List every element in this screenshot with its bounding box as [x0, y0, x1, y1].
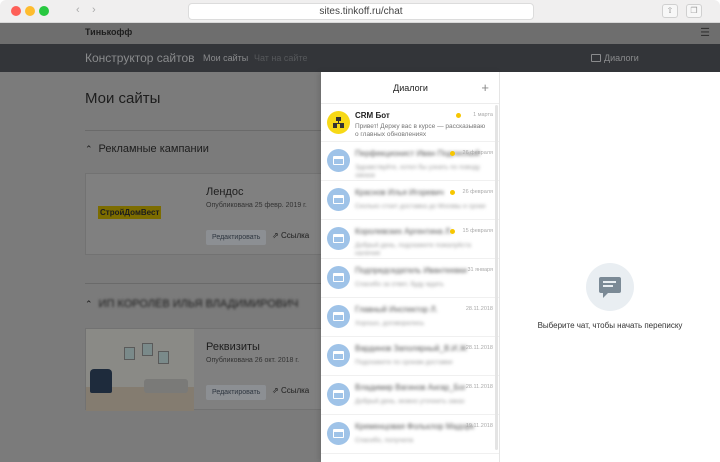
site-logo: СтройДомВест: [98, 206, 162, 219]
section-title: ИП КОРОЛЁВ ИЛЬЯ ВЛАДИМИРОВИЧ: [98, 298, 299, 310]
dialog-preview: Привет! Держу вас в курсе — рассказываю …: [355, 123, 486, 138]
dialog-preview: Спасибо за ответ, буду ждать: [355, 281, 444, 288]
chevron-up-icon: ⌃: [85, 144, 93, 154]
dialog-item[interactable]: Королевских Аргентина Л. 15 февраля Добрый…: [321, 220, 499, 259]
divider: [85, 130, 325, 131]
chevron-left-icon[interactable]: ‹: [76, 4, 80, 16]
dialog-item[interactable]: Вардинов Заполярный_В.И.Ж 28.11.2018 Подск…: [321, 337, 499, 376]
unread-indicator: [450, 151, 455, 156]
site-avatar-icon: [327, 266, 350, 289]
dialog-item[interactable]: Владимир Вагинов Ангар_Бог 28.11.2018 Добр…: [321, 376, 499, 415]
section-header[interactable]: ⌃ Рекламные кампании: [85, 143, 209, 155]
site-card[interactable]: Реквизиты Опубликована 26 окт. 2018 г. Р…: [85, 328, 325, 411]
app-title[interactable]: Конструктор сайтов: [85, 51, 195, 65]
link-button[interactable]: ⇗ Ссылка: [272, 386, 309, 395]
dialog-preview: Спасибо, получила: [355, 437, 414, 444]
site-name: Лендос: [206, 186, 244, 198]
section-title: Рекламные кампании: [98, 143, 209, 155]
dialog-date: 19.11.2018: [465, 423, 493, 429]
add-dialog-button[interactable]: +: [481, 80, 489, 95]
dialogs-panel: Диалоги + CRM Бот 1 марта Привет! Держу ва…: [321, 72, 500, 462]
nav-dialogs[interactable]: Диалоги: [604, 53, 639, 63]
dialog-name: Перфекционист Иван Подлесный: [355, 149, 480, 158]
close-window-button[interactable]: [11, 6, 21, 16]
dialog-preview: Хорошо, договорились: [355, 320, 425, 327]
site-avatar-icon: [327, 383, 350, 406]
unread-indicator: [450, 229, 455, 234]
site-avatar-icon: [327, 188, 350, 211]
site-avatar-icon: [327, 344, 350, 367]
maximize-window-button[interactable]: [39, 6, 49, 16]
scrollbar[interactable]: [495, 105, 498, 450]
site-date: Опубликована 25 февр. 2019 г.: [206, 202, 307, 209]
dialog-list: CRM Бот 1 марта Привет! Держу вас в курсе …: [321, 104, 499, 454]
dialogs-header: Диалоги +: [321, 72, 499, 104]
dialog-date: 26 февраля: [462, 150, 493, 156]
external-link-icon: ⇗: [272, 231, 281, 240]
dialog-name: Кременцовая Фольклор Мадорк: [355, 422, 474, 431]
dialog-date: 1 марта: [473, 112, 493, 118]
dialog-item[interactable]: Кременцовая Фольклор Мадорк 19.11.2018 Спа…: [321, 415, 499, 454]
site-avatar-icon: [327, 422, 350, 445]
site-topbar: Тинькофф ☰: [0, 23, 720, 44]
unread-indicator: [450, 190, 455, 195]
edit-button[interactable]: Редактировать: [206, 230, 267, 245]
chevron-right-icon[interactable]: ›: [92, 4, 96, 16]
edit-button[interactable]: Редактировать: [206, 385, 267, 400]
dialog-date: 28.11.2018: [465, 345, 493, 351]
brand-logo[interactable]: Тинькофф: [85, 27, 132, 37]
dialog-name: CRM Бот: [355, 111, 390, 120]
menu-icon[interactable]: ☰: [700, 26, 710, 39]
external-link-icon: ⇗: [272, 386, 281, 395]
dialog-date: 26 февраля: [462, 189, 493, 195]
page-title: Мои сайты: [85, 90, 161, 107]
divider: [85, 283, 325, 284]
dialog-item[interactable]: Главный Инспектор Л. 28.11.2018 Хорошо, до…: [321, 298, 499, 337]
minimize-window-button[interactable]: [25, 6, 35, 16]
dialog-date: 28.11.2018: [465, 384, 493, 390]
dialog-name: Подпредседатель Ивантеевки: [355, 266, 467, 275]
site-preview-image: [86, 329, 194, 411]
dialog-date: 31 января: [467, 267, 493, 273]
dialog-name: Королевских Аргентина Л.: [355, 227, 453, 236]
chat-bubble-icon: [586, 263, 634, 311]
dialog-date: 28.11.2018: [465, 306, 493, 312]
dialogs-title: Диалоги: [393, 83, 428, 93]
site-avatar-icon: [327, 149, 350, 172]
chat-area: Выберите чат, чтобы начать переписку: [500, 72, 720, 462]
nav-chat[interactable]: Чат на сайте: [254, 53, 307, 63]
bot-avatar-icon: [327, 111, 350, 134]
browser-toolbar: ‹ › sites.tinkoff.ru/chat ⇧ ❐: [0, 0, 720, 23]
dialog-preview: Здравствуйте, хотел бы узнать по поводу …: [355, 164, 481, 179]
dialog-name: Вардинов Заполярный_В.И.Ж: [355, 344, 467, 353]
dialogs-icon: [591, 54, 601, 62]
dialog-preview: Добрый день, подскажите пожалуйста налич…: [355, 242, 471, 257]
dialog-name: Главный Инспектор Л.: [355, 305, 438, 314]
dialog-preview: Добрый день, можно уточнить заказ: [355, 398, 465, 405]
site-nav: Конструктор сайтов Мои сайты Чат на сайт…: [0, 44, 720, 72]
dialog-item[interactable]: Подпредседатель Ивантеевки 31 января Спаси…: [321, 259, 499, 298]
site-date: Опубликована 26 окт. 2018 г.: [206, 357, 300, 364]
site-name: Реквизиты: [206, 341, 260, 353]
dialog-item[interactable]: CRM Бот 1 марта Привет! Держу вас в курсе …: [321, 104, 499, 142]
dialog-name: Краснов Илья Игоревич: [355, 188, 444, 197]
link-button[interactable]: ⇗ Ссылка: [272, 231, 309, 240]
nav-my-sites[interactable]: Мои сайты: [203, 53, 248, 63]
site-card[interactable]: СтройДомВест Лендос Опубликована 25 февр…: [85, 173, 325, 255]
chevron-up-icon: ⌃: [85, 299, 93, 309]
tabs-icon[interactable]: ❐: [686, 4, 702, 18]
dialog-item[interactable]: Перфекционист Иван Подлесный 26 февраля Зд…: [321, 142, 499, 181]
share-icon[interactable]: ⇧: [662, 4, 678, 18]
site-avatar-icon: [327, 227, 350, 250]
dialog-item[interactable]: Краснов Илья Игоревич 26 февраля Сколько с…: [321, 181, 499, 220]
address-bar[interactable]: sites.tinkoff.ru/chat: [188, 3, 534, 20]
empty-state-text: Выберите чат, чтобы начать переписку: [537, 321, 683, 330]
dialog-date: 15 февраля: [462, 228, 493, 234]
unread-indicator: [456, 113, 461, 118]
site-avatar-icon: [327, 305, 350, 328]
section-header[interactable]: ⌃ ИП КОРОЛЁВ ИЛЬЯ ВЛАДИМИРОВИЧ: [85, 298, 298, 310]
dialog-name: Владимир Вагинов Ангар_Бог: [355, 383, 467, 392]
dialog-preview: Подскажите по срокам доставки: [355, 359, 453, 366]
dialog-preview: Сколько стоит доставка до Москвы и сроки: [355, 203, 486, 210]
